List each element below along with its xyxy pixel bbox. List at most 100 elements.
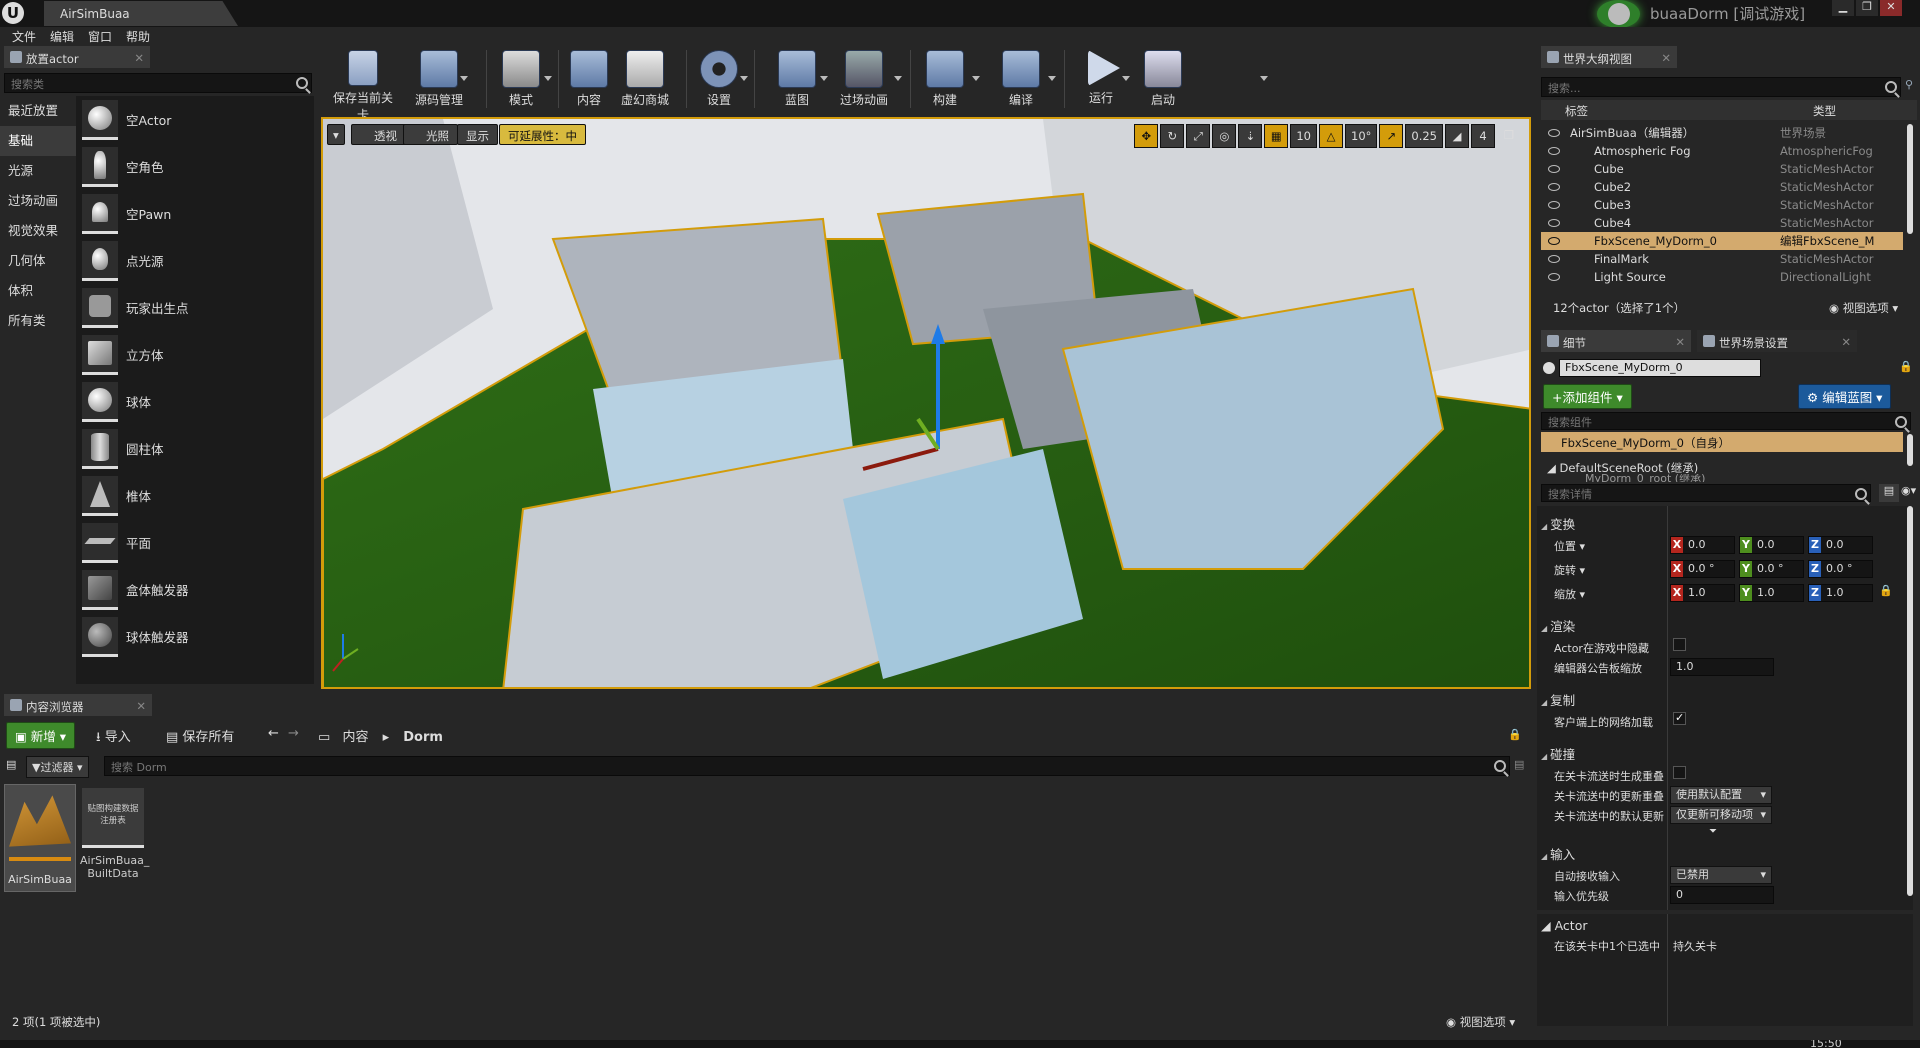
collision-section[interactable]: 碰撞 — [1541, 744, 1575, 763]
level-viewport[interactable]: ▾ 透视 光照 显示 可延展性：中 ✥ ↻ ⤢ ◎ ⇣ ▦ 10 △ 10° ↗… — [321, 117, 1531, 689]
property-matrix-icon[interactable]: ▤ — [1879, 484, 1899, 502]
details-search-input[interactable]: 搜索详情 — [1541, 484, 1871, 502]
components-scrollbar[interactable] — [1907, 434, 1913, 466]
filters-button[interactable]: ▼过滤器 ▾ — [26, 756, 89, 778]
net-load-checkbox[interactable] — [1673, 711, 1686, 725]
visibility-eye-icon[interactable] — [1548, 273, 1560, 281]
place-actors-tab[interactable]: 放置actor ✕ — [4, 46, 150, 68]
build-button[interactable]: 构建 — [920, 50, 970, 112]
scalability-badge[interactable]: 可延展性：中 — [499, 124, 586, 145]
actor-item[interactable]: 圆柱体 — [76, 425, 314, 472]
lighting-button[interactable]: 光照 — [403, 124, 458, 145]
view-options-button[interactable]: ◉ 视图选项 ▾ — [1446, 1014, 1515, 1030]
rotate-icon[interactable]: ↻ — [1160, 124, 1185, 148]
grid-snap-icon[interactable]: ▦ — [1264, 124, 1289, 148]
column-type[interactable]: 类型 — [1813, 103, 1836, 119]
pin-icon[interactable]: ⚲ — [1905, 78, 1913, 91]
launch-button[interactable]: 启动 — [1138, 50, 1188, 112]
visibility-eye-icon[interactable] — [1548, 183, 1560, 191]
history-forward-icon[interactable]: → — [288, 726, 299, 741]
cinematics-button[interactable]: 过场动画 — [834, 50, 894, 112]
visibility-eye-icon[interactable] — [1548, 165, 1560, 173]
world-settings-tab[interactable]: 世界场景设置 ✕ — [1697, 330, 1857, 352]
perspective-button[interactable]: 透视 — [351, 124, 406, 145]
source-panel-toggle-icon[interactable]: ▤ — [6, 758, 16, 771]
minimize-button[interactable]: ▁ — [1832, 0, 1854, 16]
close-tab-icon[interactable]: ✕ — [134, 51, 144, 65]
column-label[interactable]: 标签 — [1565, 103, 1588, 119]
menu-file[interactable]: 文件 — [10, 28, 38, 45]
scale-label[interactable]: 缩放 ▾ — [1554, 586, 1585, 602]
input-priority-input[interactable]: 0 — [1670, 886, 1774, 904]
outliner-row[interactable]: Light Source DirectionalLight — [1541, 268, 1903, 286]
update-overlap-dropdown[interactable]: 使用默认配置 — [1670, 786, 1772, 804]
add-new-button[interactable]: ▣ 新增 ▾ — [6, 722, 76, 749]
asset-tile-builtdata[interactable]: 贴图构建数据 注册表 AirSimBuaa_ BuiltData — [80, 784, 149, 892]
advanced-expand-icon[interactable]: ⏷ — [1709, 826, 1717, 837]
grid-snap-value[interactable]: 10 — [1290, 124, 1317, 148]
settings-button[interactable]: 设置 — [694, 50, 744, 112]
import-button[interactable]: ⭳ 导入 — [96, 726, 131, 750]
history-back-icon[interactable]: ← — [268, 726, 279, 741]
visibility-eye-icon[interactable] — [1548, 237, 1560, 245]
menu-edit[interactable]: 编辑 — [48, 28, 76, 45]
outliner-row[interactable]: Cube2 StaticMeshActor — [1541, 178, 1903, 196]
location-label[interactable]: 位置 ▾ — [1554, 538, 1585, 554]
details-scrollbar[interactable] — [1907, 506, 1913, 896]
menu-help[interactable]: 帮助 — [124, 28, 152, 45]
actor-item[interactable]: 玩家出生点 — [76, 284, 314, 331]
visibility-eye-icon[interactable] — [1548, 255, 1560, 263]
scale-icon[interactable]: ⤢ — [1186, 124, 1211, 148]
hidden-in-game-checkbox[interactable] — [1673, 638, 1686, 651]
category-all-classes[interactable]: 所有类 — [0, 306, 76, 336]
actor-item[interactable]: 空角色 — [76, 143, 314, 190]
category-cinematic[interactable]: 过场动画 — [0, 186, 76, 216]
rotation-label[interactable]: 旋转 ▾ — [1554, 562, 1585, 578]
outliner-row-selected[interactable]: FbxScene_MyDorm_0 编辑FbxScene_M — [1541, 232, 1903, 250]
content-browser-tab[interactable]: 内容浏览器 ✕ — [4, 694, 152, 716]
category-geometry[interactable]: 几何体 — [0, 246, 76, 276]
actor-item[interactable]: 空Pawn — [76, 190, 314, 237]
lock-icon[interactable]: 🔒 — [1508, 728, 1522, 741]
visibility-eye-icon[interactable] — [1548, 201, 1560, 209]
actor-item[interactable]: 平面 — [76, 519, 314, 566]
component-child-row[interactable]: MyDorm_0_root (继承) — [1541, 474, 1917, 482]
outliner-scrollbar[interactable] — [1907, 124, 1913, 234]
generate-overlap-checkbox[interactable] — [1673, 766, 1686, 779]
rendering-section[interactable]: 渲染 — [1541, 616, 1575, 635]
add-component-button[interactable]: +添加组件 ▾ — [1543, 384, 1632, 409]
scale-x-input[interactable]: X 1.0 — [1670, 584, 1735, 602]
billboard-scale-input[interactable]: 1.0 — [1670, 658, 1774, 676]
rotation-x-input[interactable]: X 0.0 ° — [1670, 560, 1735, 578]
actor-item[interactable]: 盒体触发器 — [76, 566, 314, 613]
visibility-eye-icon[interactable] — [1548, 219, 1560, 227]
rotation-snap-icon[interactable]: △ — [1319, 124, 1343, 148]
auto-receive-dropdown[interactable]: 已禁用 — [1670, 866, 1772, 884]
rotation-z-input[interactable]: Z 0.0 ° — [1808, 560, 1873, 578]
class-search-input[interactable]: 搜索类 — [4, 73, 312, 93]
asset-search-input[interactable]: 搜索 Dorm — [104, 756, 1510, 776]
menu-window[interactable]: 窗口 — [86, 28, 114, 45]
visibility-eye-icon[interactable] — [1548, 129, 1560, 137]
close-tab-icon[interactable]: ✕ — [1661, 51, 1671, 65]
breadcrumb-root[interactable]: 内容 — [342, 730, 368, 745]
outliner-search-input[interactable]: 搜索... — [1541, 77, 1901, 97]
rotation-snap-value[interactable]: 10° — [1345, 124, 1378, 148]
actor-item[interactable]: 球体触发器 — [76, 613, 314, 660]
content-button[interactable]: 内容 — [566, 50, 612, 112]
outliner-view-options-button[interactable]: ◉ 视图选项 ▾ — [1829, 300, 1898, 316]
world-local-icon[interactable]: ◎ — [1212, 124, 1237, 148]
actor-item[interactable]: 空Actor — [76, 96, 314, 143]
lock-icon[interactable]: 🔒 — [1899, 360, 1913, 373]
rotation-y-input[interactable]: Y 0.0 ° — [1739, 560, 1804, 578]
location-z-input[interactable]: Z 0.0 — [1808, 536, 1873, 554]
save-search-icon[interactable]: ▤ — [1514, 758, 1524, 771]
save-all-button[interactable]: ▤ 保存所有 — [166, 726, 234, 745]
scale-snap-value[interactable]: 0.25 — [1405, 124, 1443, 148]
close-tab-icon[interactable]: ✕ — [1841, 335, 1851, 349]
compile-button[interactable]: 编译 — [996, 50, 1046, 112]
category-basic[interactable]: 基础 — [0, 126, 76, 156]
component-self-row[interactable]: FbxScene_MyDorm_0（自身） — [1541, 432, 1903, 452]
camera-speed-value[interactable]: 4 — [1471, 124, 1495, 148]
close-tab-icon[interactable]: ✕ — [136, 699, 146, 713]
